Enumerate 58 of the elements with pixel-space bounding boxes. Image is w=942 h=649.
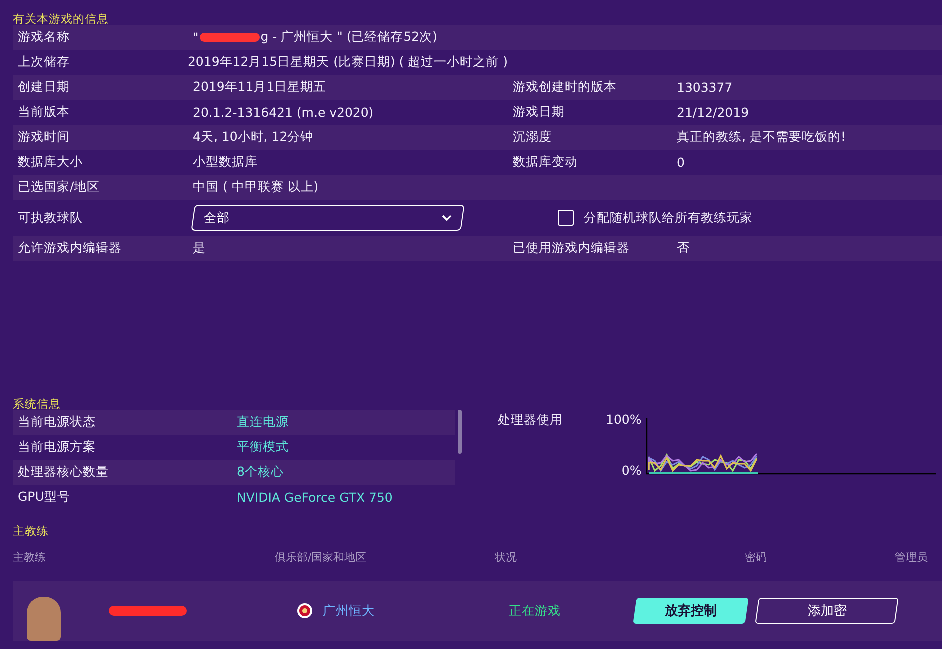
chevron-down-icon [442,215,452,221]
info-value: 4天, 10小时, 12分钟 [193,129,314,146]
info-value: 是 [193,240,206,257]
column-header: 俱乐部/国家和地区 [275,550,368,565]
info-label: 游戏创建时的版本 [512,79,618,96]
info-label: 上次储存 [17,54,71,71]
info-label: 数据库大小 [17,154,84,171]
axis-tick: 0% [620,463,642,478]
info-label: 当前电源方案 [17,439,97,456]
info-label: GPU型号 [17,489,72,506]
status-text: 正在游戏 [509,602,562,620]
info-value: g - 广州恒大 " (已经储存52次) [260,29,438,46]
info-value: 2019年12月15日星期天 (比赛日期) ( 超过一小时之前 ) [188,54,508,71]
column-header: 主教练 [13,550,47,565]
club-badge-icon [297,603,313,619]
info-label: 沉溺度 [512,129,553,146]
action-button[interactable]: 添加密 [755,598,899,624]
info-value: 中国 ( 中甲联赛 以上) [193,179,319,196]
club-name[interactable]: 广州恒大 [323,602,509,620]
info-value: 0 [677,155,685,170]
info-label: 创建日期 [17,79,71,96]
scrollbar[interactable] [458,410,462,454]
info-value: NVIDIA GeForce GTX 750 [237,490,393,505]
info-label: 当前电源状态 [17,414,97,431]
column-header: 管理员 [895,550,929,565]
info-value: 2019年11月1日星期五 [193,79,327,96]
axis-tick: 100% [606,412,642,427]
column-header: 状况 [495,550,518,565]
info-label: 当前版本 [17,104,71,121]
info-label: 数据库变动 [512,154,579,171]
info-value: 真正的教练, 是不需要吃饭的! [677,129,846,146]
avatar-placeholder [27,597,61,641]
column-header: 密码 [745,550,767,565]
section-title: 有关本游戏的信息 [13,12,109,26]
info-label: 允许游戏内编辑器 [17,240,123,257]
info-value: 21/12/2019 [677,105,750,120]
info-label: 处理器核心数量 [17,464,110,481]
checkbox-label: 分配随机球队给所有教练玩家 [584,210,753,226]
info-label: 可执教球队 [17,210,84,226]
action-button[interactable]: 放弃控制 [633,598,749,624]
info-value: 1303377 [677,80,733,95]
section-title: 系统信息 [13,397,61,411]
info-label: 游戏日期 [512,104,566,121]
info-label: 已选国家/地区 [17,179,102,196]
info-value: 8个核心 [237,464,284,481]
info-label: 游戏时间 [17,129,71,146]
checkbox[interactable] [558,210,574,226]
info-value: 否 [677,240,690,257]
team-dropdown[interactable]: 全部 [191,205,465,231]
info-value: " [193,30,199,45]
cpu-usage-label: 处理器使用 [498,412,564,429]
info-value: 20.1.2-1316421 (m.e v2020) [193,105,374,120]
info-label: 已使用游戏内编辑器 [512,240,631,257]
info-value: 直连电源 [237,414,289,431]
section-title: 主教练 [13,524,49,538]
info-value: 平衡模式 [237,439,289,456]
info-label: 游戏名称 [17,29,71,46]
info-value: 小型数据库 [193,154,258,171]
